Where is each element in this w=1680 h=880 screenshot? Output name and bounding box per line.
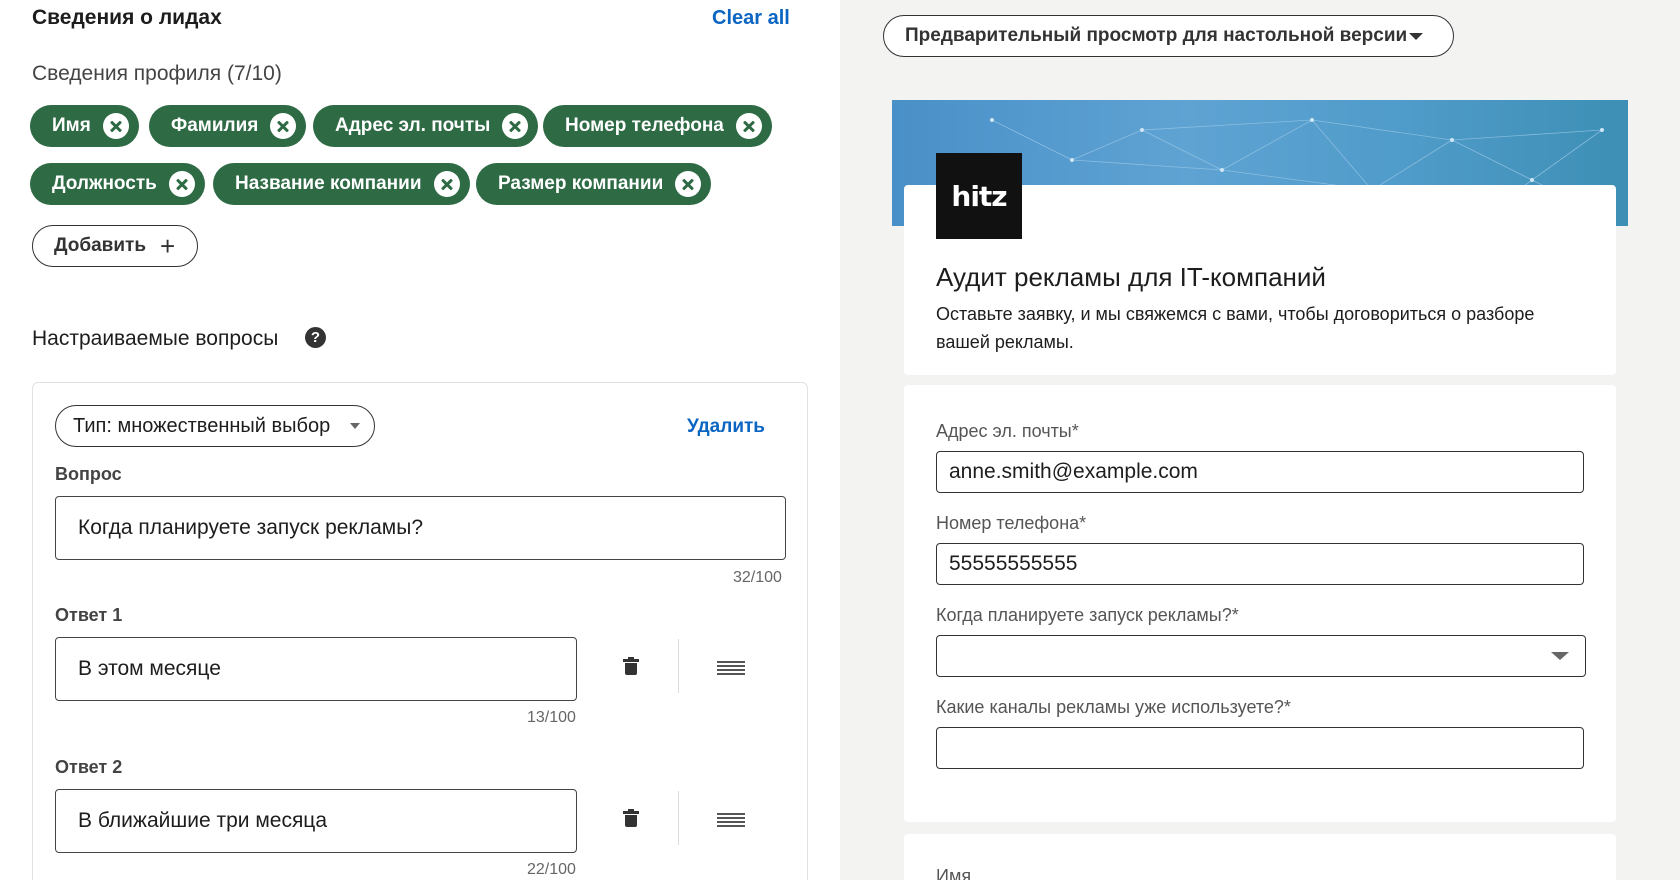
chip-email[interactable]: Адрес эл. почты: [313, 105, 539, 147]
help-icon[interactable]: ?: [305, 327, 326, 348]
drag-handle-icon[interactable]: [717, 813, 745, 827]
question-type-select[interactable]: Тип: множественный выбор: [55, 405, 375, 447]
remove-icon[interactable]: [168, 171, 195, 197]
drag-handle-icon[interactable]: [717, 661, 745, 675]
lead-details-title: Сведения о лидах: [32, 6, 222, 29]
plus-icon: +: [160, 231, 176, 261]
remove-icon[interactable]: [675, 171, 702, 197]
question-card: Тип: множественный выбор Удалить Вопрос …: [32, 382, 808, 880]
preview-mode-dropdown[interactable]: Предварительный просмотр для настольной …: [883, 15, 1454, 57]
chip-first-name[interactable]: Имя: [30, 105, 139, 147]
answer-2-label: Ответ 2: [55, 757, 123, 777]
remove-icon[interactable]: [502, 113, 529, 139]
company-logo: hitz: [936, 153, 1022, 239]
remove-icon[interactable]: [270, 113, 297, 139]
form-fields-card: Адрес эл. почты* anne.smith@example.com …: [904, 385, 1616, 822]
chip-company-name[interactable]: Название компании: [213, 163, 470, 205]
question-label: Вопрос: [55, 464, 122, 484]
trash-icon[interactable]: [623, 809, 639, 827]
answer-1-counter: 13/100: [527, 709, 576, 726]
question-counter: 32/100: [733, 569, 782, 586]
ad-channels-label: Какие каналы рекламы уже используете?*: [936, 697, 1291, 717]
answer-1-input[interactable]: В этом месяце: [55, 637, 577, 701]
chip-last-name[interactable]: Фамилия: [149, 105, 307, 147]
chip-job-title[interactable]: Должность: [30, 163, 205, 205]
phone-field[interactable]: 55555555555: [936, 543, 1584, 585]
ad-channels-field[interactable]: [936, 727, 1584, 769]
answer-2-counter: 22/100: [527, 861, 576, 878]
email-field[interactable]: anne.smith@example.com: [936, 451, 1584, 493]
profile-details-title: Сведения профиля (7/10): [32, 62, 282, 85]
lead-details-panel: Сведения о лидах Clear all Сведения проф…: [0, 0, 840, 880]
trash-icon[interactable]: [623, 657, 639, 675]
chip-label: Номер телефона: [565, 115, 724, 136]
add-field-label: Добавить: [54, 235, 147, 256]
preview-mode-label: Предварительный просмотр для настольной …: [905, 25, 1408, 46]
chip-company-size[interactable]: Размер компании: [476, 163, 712, 205]
launch-time-label: Когда планируете запуск рекламы?*: [936, 605, 1239, 625]
chip-phone[interactable]: Номер телефона: [543, 105, 772, 147]
divider: [678, 639, 679, 693]
chip-label: Фамилия: [171, 115, 259, 136]
form-subtitle: Оставьте заявку, и мы свяжемся с вами, ч…: [936, 304, 1535, 352]
form-title: Аудит рекламы для IT-компаний: [936, 262, 1326, 292]
remove-icon[interactable]: [433, 171, 460, 197]
phone-field-label: Номер телефона*: [936, 513, 1087, 533]
preview-panel: Предварительный просмотр для настольной …: [840, 0, 1680, 880]
custom-questions-title: Настраиваемые вопросы: [32, 327, 279, 350]
chevron-down-icon: [350, 423, 360, 429]
first-name-label: Имя: [936, 866, 972, 880]
question-type-label: Тип: множественный выбор: [73, 414, 331, 437]
clear-all-link[interactable]: Clear all: [712, 7, 790, 30]
chevron-down-icon: [1551, 652, 1569, 660]
next-fields-card: [904, 834, 1616, 880]
question-input[interactable]: Когда планируете запуск рекламы?: [55, 496, 786, 560]
remove-icon[interactable]: [735, 113, 762, 139]
remove-icon[interactable]: [102, 113, 129, 139]
chip-label: Название компании: [235, 173, 422, 194]
answer-2-input[interactable]: В ближайшие три месяца: [55, 789, 577, 853]
divider: [678, 791, 679, 845]
chip-label: Должность: [52, 173, 157, 194]
chevron-down-icon: [1409, 33, 1423, 40]
chip-label: Адрес эл. почты: [335, 115, 491, 136]
launch-time-select[interactable]: [936, 635, 1586, 677]
add-field-button[interactable]: Добавить +: [32, 225, 198, 267]
chip-label: Имя: [52, 115, 91, 136]
delete-question-link[interactable]: Удалить: [687, 416, 765, 438]
email-field-label: Адрес эл. почты*: [936, 421, 1079, 441]
chip-label: Размер компании: [498, 173, 664, 194]
answer-1-label: Ответ 1: [55, 605, 123, 625]
